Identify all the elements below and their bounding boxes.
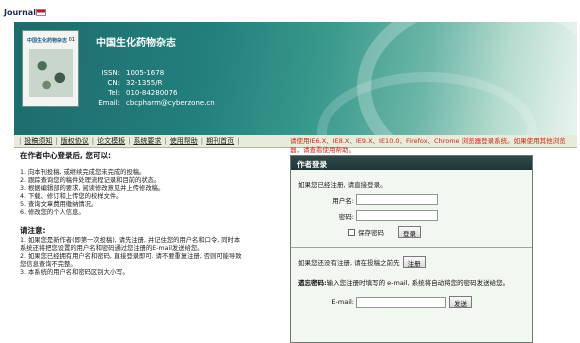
remember-password-checkbox[interactable] (348, 228, 355, 236)
tel-label: Tel: (108, 89, 120, 97)
nav-link-copyright[interactable]: 版权协议 (59, 136, 91, 146)
forgot-password-text: 遗忘密码:输入您注册时填写的 e-mail, 系统将自动将您的密码发送给您。 (298, 277, 525, 287)
issn-label: ISSN: (101, 69, 120, 77)
forgot-password-instructions: 输入您注册时填写的 e-mail, 系统将自动将您的密码发送给您。 (326, 279, 510, 287)
cover-title: 中国生化药物杂志 (27, 38, 68, 44)
divider (291, 247, 532, 248)
password-label: 密码: (338, 212, 354, 221)
nav-link-submission-guide[interactable]: 投稿须知 (22, 136, 54, 146)
section-title: 在作者中心登录后, 您可以: (20, 151, 111, 160)
forgot-password-label: 遗忘密码: (298, 279, 327, 287)
password-row: 密码: (298, 210, 525, 221)
password-input[interactable] (356, 210, 438, 221)
nav-link-template[interactable]: 论文模板 (95, 136, 127, 146)
header-banner: 中国生化药物杂志 01 中国生化药物杂志 ISSN: 1005-1678 CN:… (14, 22, 577, 135)
register-row: 如果您还没有注册, 请在投稿之前先 注册 (298, 256, 525, 268)
notice-item: 系统还将把您设置的用户名和密码通过您注册的E-mail发送给您。 (20, 245, 204, 252)
notice-title: 请注意: (20, 226, 46, 235)
cn-label: CN: (107, 79, 120, 87)
nav-link-system-req[interactable]: 系统要求 (131, 136, 163, 146)
notice-item: 2. 如果您已经拥有用户名和密码, 直接登录即可. 请不要重复注册, 否则可能导… (20, 253, 242, 260)
email-field-label: E-mail: (331, 298, 354, 306)
issn-value: 1005-1678 (126, 69, 165, 77)
tel-value: 010-84280076 (126, 89, 178, 97)
issn-row: ISSN: 1005-1678 (96, 68, 215, 78)
notice-list: 1. 如果您是新作者(即第一次投稿), 请先注册, 并记住您的用户名和口令, 同… (20, 237, 288, 277)
list-item: 1. 向本刊投稿, 或继续完成您未完成的投稿。 (20, 169, 146, 176)
cover-number: 01 (68, 37, 75, 43)
cn-value: 32-1355/R (126, 79, 163, 87)
email-label: Email: (98, 99, 120, 107)
login-button[interactable]: 登录 (398, 226, 421, 238)
register-button[interactable]: 注册 (402, 256, 426, 268)
top-strip: Journal (0, 0, 580, 22)
email-form-row: E-mail: 发送 (298, 296, 525, 308)
journal-cover-image: 中国生化药物杂志 01 (22, 30, 79, 107)
journal-name: 中国生化药物杂志 (96, 38, 176, 49)
author-login-panel: 作者登录 如果您已经注册, 请直接登录。 用户名: 密码: 保存密码 登录 如果… (290, 155, 533, 343)
username-input[interactable] (356, 194, 438, 205)
journal-info: ISSN: 1005-1678 CN: 32-1355/R Tel: 010-8… (96, 68, 215, 108)
panel-title: 作者登录 (291, 156, 532, 170)
journal-tag: Journal (4, 8, 36, 17)
registered-text: 如果您已经注册, 请直接登录。 (298, 181, 387, 189)
notice-item: 您信息查询不完整。 (20, 261, 77, 268)
cover-picture (29, 49, 73, 97)
notice-item: 1. 如果您是新作者(即第一次投稿), 请先注册, 并记住您的用户名和口令, 同… (20, 237, 241, 244)
nav-link-home[interactable]: 期刊首页 (204, 136, 236, 146)
nav-link-help[interactable]: 使用帮助 (168, 136, 200, 146)
list-item: 3. 根据编辑部的要求, 阅读修改意见并上传修改稿。 (20, 185, 165, 192)
email-value[interactable]: cbcpharm@cyberzone.cn (126, 98, 215, 108)
tel-row: Tel: 010-84280076 (96, 88, 215, 98)
send-button[interactable]: 发送 (449, 296, 472, 308)
cn-row: CN: 32-1355/R (96, 78, 215, 88)
username-label: 用户名: (332, 196, 354, 205)
remember-password-label: 保存密码 (358, 229, 384, 237)
remember-row: 保存密码 登录 (348, 226, 525, 238)
browser-notice[interactable]: 请使用IE6.X、IE8.X、IE9.X、IE10.0、Firefox、Chro… (290, 137, 575, 155)
author-info-section: 在作者中心登录后, 您可以: 1. 向本刊投稿, 或继续完成您未完成的投稿。 2… (20, 150, 288, 277)
notice-item: 3. 本系统的用户名和密码区别大小写。 (20, 269, 129, 276)
list-item: 5. 查询文章费用缴纳情况。 (20, 201, 98, 208)
register-text: 如果您还没有注册, 请在投稿之前先 (298, 259, 400, 267)
email-input[interactable] (356, 296, 446, 308)
login-form: 如果您已经注册, 请直接登录。 用户名: 密码: 保存密码 登录 如果您还没有注… (291, 170, 532, 313)
username-row: 用户名: (298, 194, 525, 205)
list-item: 4. 下载、修订和上传您的校样文件。 (20, 193, 123, 200)
features-list: 1. 向本刊投稿, 或继续完成您未完成的投稿。 2. 跟踪查询您的稿件处理流程记… (20, 169, 288, 217)
email-row: Email: cbcpharm@cyberzone.cn (96, 98, 215, 108)
list-item: 6. 修改您的个人信息。 (20, 209, 85, 216)
list-item: 2. 跟踪查询您的稿件处理流程记录和目前的状态。 (20, 177, 161, 184)
flag-icon (36, 9, 46, 16)
nav-separator: | (237, 137, 240, 145)
